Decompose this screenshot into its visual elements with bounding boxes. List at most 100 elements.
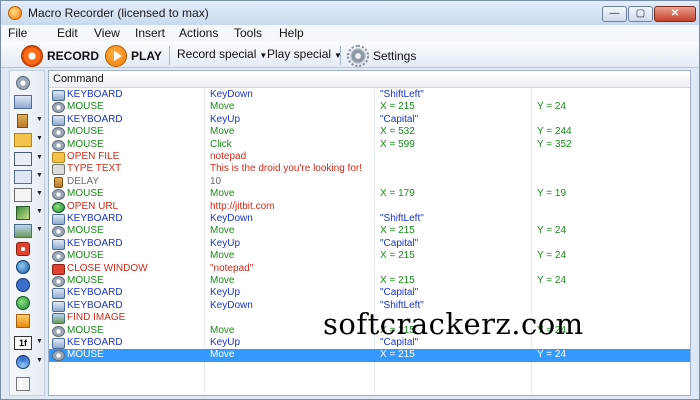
chevron-down-icon[interactable]: ▼ (36, 208, 43, 215)
script-icon[interactable] (16, 206, 30, 220)
maximize-button[interactable]: ▢ (628, 6, 653, 22)
table-row[interactable]: MOUSE Click X = 599 Y = 352 (49, 139, 690, 151)
cell-action: This is the droid you're looking for! (210, 163, 362, 175)
web-icon[interactable] (16, 260, 30, 274)
menu-tools[interactable]: Tools (234, 26, 262, 40)
variable-icon[interactable] (14, 188, 32, 202)
mouse-icon (52, 226, 65, 238)
cell-command: KEYBOARD (67, 213, 123, 224)
window-title: Macro Recorder (licensed to max) (28, 6, 209, 20)
if-icon[interactable]: 1f (14, 336, 32, 350)
cell-command: DELAY (67, 175, 100, 187)
table-row[interactable]: MOUSE Move X = 215 Y = 24 (49, 225, 690, 238)
cell-command: FIND IMAGE (67, 312, 126, 324)
window-icon[interactable] (14, 152, 32, 166)
app-window: Macro Recorder (licensed to max) — ▢ ✕ F… (0, 0, 700, 400)
table-row[interactable]: MOUSE Move X = 215 Y = 24 (49, 349, 690, 362)
menu-help[interactable]: Help (279, 26, 304, 40)
cell-param1: "Capital" (380, 287, 419, 299)
table-row[interactable]: OPEN URL http://jitbit.com (49, 201, 690, 213)
settings-button[interactable]: Settings (347, 44, 417, 67)
cell-action: Move (210, 250, 235, 262)
table-row[interactable]: KEYBOARD KeyUp "Capital" (49, 114, 690, 126)
text-icon[interactable] (16, 377, 30, 391)
mouse-icon[interactable] (16, 76, 30, 90)
cell-command: KEYBOARD (67, 237, 123, 249)
command-grid[interactable]: Command KEYBOARD KeyDown "ShiftLeft" MOUSE M… (48, 70, 691, 396)
play-special-dropdown[interactable]: Play special ▼ (267, 47, 342, 61)
cell-command: MOUSE (67, 188, 104, 200)
gear-icon (347, 44, 369, 67)
table-row[interactable]: MOUSE Move X = 215 Y = 24 (49, 275, 690, 287)
table-row[interactable]: OPEN FILE notepad (49, 151, 690, 163)
table-row[interactable]: CLOSE WINDOW "notepad" (49, 263, 690, 275)
table-row[interactable]: KEYBOARD KeyUp "Capital" (49, 287, 690, 300)
cell-action: Move (210, 225, 235, 237)
repeat-icon[interactable] (16, 355, 30, 369)
table-row[interactable]: MOUSE Move X = 215 Y = 24 (49, 101, 690, 114)
table-row[interactable]: KEYBOARD KeyDown "ShiftLeft" (49, 89, 690, 101)
table-row[interactable]: MOUSE Move X = 215 Y = 24 (49, 250, 690, 263)
app-icon (8, 6, 22, 20)
play-label: PLAY (131, 48, 162, 63)
close-button[interactable]: ✕ (654, 6, 696, 22)
open-file-icon[interactable] (14, 133, 32, 147)
cell-param1: X = 179 (380, 188, 415, 200)
menu-edit[interactable]: Edit (57, 26, 78, 40)
keyboard-icon[interactable] (14, 95, 32, 109)
chevron-down-icon[interactable]: ▼ (36, 116, 43, 123)
chevron-down-icon[interactable]: ▼ (36, 226, 43, 233)
menu-insert[interactable]: Insert (135, 26, 165, 40)
chevron-down-icon[interactable]: ▼ (36, 154, 43, 161)
cell-action: Move (210, 188, 235, 200)
info-icon[interactable] (16, 278, 30, 292)
cell-action: Click (210, 138, 232, 150)
record-stop-icon[interactable] (16, 242, 30, 256)
mouse-icon (52, 102, 65, 114)
cell-command: OPEN FILE (67, 151, 120, 162)
keyboard-icon (52, 214, 65, 225)
title-bar[interactable]: Macro Recorder (licensed to max) — ▢ ✕ (1, 1, 699, 25)
delay-icon[interactable] (17, 114, 28, 128)
cell-action: KeyDown (210, 213, 253, 224)
column-header-command[interactable]: Command (53, 73, 104, 85)
keyboard-icon (52, 288, 65, 300)
openurl-icon (52, 201, 65, 213)
type-text-icon[interactable] (14, 170, 32, 184)
cell-param1: X = 532 (380, 126, 415, 138)
table-row[interactable]: KEYBOARD KeyUp "Capital" (49, 238, 690, 250)
chevron-down-icon[interactable]: ▼ (36, 135, 43, 142)
play-button[interactable]: PLAY (105, 44, 162, 67)
table-row[interactable]: DELAY 10 (49, 176, 690, 188)
cell-param1: "ShiftLeft" (380, 213, 424, 224)
cell-param2: Y = 24 (537, 349, 567, 361)
chevron-down-icon[interactable]: ▼ (36, 190, 43, 197)
table-row[interactable]: TYPE TEXT This is the droid you're lookin… (49, 163, 690, 176)
cell-command: CLOSE WINDOW (67, 262, 148, 274)
globe-icon[interactable] (16, 296, 30, 310)
cell-action: 10 (210, 175, 222, 187)
cell-command: KEYBOARD (67, 299, 123, 311)
menu-actions[interactable]: Actions (179, 26, 218, 40)
play-icon[interactable] (16, 314, 30, 328)
chevron-down-icon[interactable]: ▼ (36, 357, 43, 364)
minimize-button[interactable]: — (602, 6, 627, 22)
settings-label: Settings (373, 48, 417, 63)
table-row[interactable]: MOUSE Move X = 179 Y = 19 (49, 188, 690, 201)
chevron-down-icon[interactable]: ▼ (36, 172, 43, 179)
delay-icon (54, 176, 63, 188)
menu-bar: File Edit View Insert Actions Tools Help (1, 25, 699, 42)
cell-param1: X = 215 (380, 275, 415, 286)
record-button[interactable]: RECORD (21, 44, 99, 67)
image-icon[interactable] (14, 224, 32, 238)
mouse-icon (52, 325, 65, 337)
menu-file[interactable]: File (8, 26, 27, 40)
table-row[interactable]: MOUSE Move X = 532 Y = 244 (49, 126, 690, 139)
cell-command: KEYBOARD (67, 287, 123, 299)
chevron-down-icon[interactable]: ▼ (36, 338, 43, 345)
menu-view[interactable]: View (94, 26, 120, 40)
record-icon (21, 44, 43, 67)
cell-param1: "Capital" (380, 237, 419, 249)
record-special-dropdown[interactable]: Record special ▼ (177, 47, 267, 61)
table-row[interactable]: KEYBOARD KeyDown "ShiftLeft" (49, 213, 690, 225)
